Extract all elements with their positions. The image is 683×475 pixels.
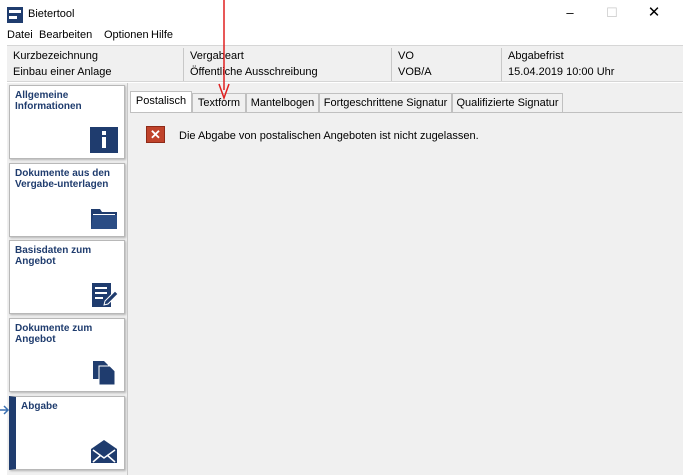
- menu-bar: Datei Bearbeiten Optionen Hilfe: [0, 28, 683, 44]
- documents-icon: [93, 361, 116, 386]
- sidebar-item-label: Allgemeine Informationen: [15, 90, 82, 112]
- info-vo: VO VOB/A: [391, 48, 501, 81]
- info-label: VO: [398, 50, 414, 62]
- error-icon: ✕: [146, 126, 165, 143]
- info-icon: [90, 127, 118, 153]
- info-kurzbezeichnung: Kurzbezeichnung Einbau einer Anlage: [7, 48, 183, 81]
- sidebar-item-abgabe[interactable]: Abgabe: [9, 396, 125, 470]
- sidebar-item-label: Basisdaten zum Angebot: [15, 245, 92, 267]
- tab-postalisch[interactable]: Postalisch: [130, 91, 192, 113]
- sidebar-item-label: Abgabe: [21, 401, 58, 412]
- main-panel: Postalisch Textform Mantelbogen Fortgesc…: [127, 83, 683, 475]
- info-value: 15.04.2019 10:00 Uhr: [508, 66, 615, 78]
- edit-form-icon: [92, 283, 118, 307]
- sidebar: Allgemeine Informationen Dokumente aus d…: [7, 83, 127, 475]
- sidebar-item-dokumente-vergabeunterlagen[interactable]: Dokumente aus den Vergabe-unterlagen: [9, 163, 125, 237]
- sidebar-item-allgemeine-informationen[interactable]: Allgemeine Informationen: [9, 85, 125, 159]
- info-abgabefrist: Abgabefrist 15.04.2019 10:00 Uhr: [501, 48, 683, 81]
- menu-datei[interactable]: Datei: [7, 29, 33, 41]
- tender-info-bar: Kurzbezeichnung Einbau einer Anlage Verg…: [7, 45, 683, 82]
- menu-hilfe[interactable]: Hilfe: [151, 29, 173, 41]
- app-logo-icon: [7, 7, 23, 23]
- minimize-button[interactable]: –: [555, 4, 585, 22]
- info-value: VOB/A: [398, 66, 432, 78]
- error-message: Die Abgabe von postalischen Angeboten is…: [179, 130, 479, 142]
- tab-mantelbogen[interactable]: Mantelbogen: [246, 93, 319, 113]
- annotation-arrow-icon: [218, 0, 230, 100]
- envelope-icon: [91, 440, 117, 463]
- tab-qualifizierte-signatur[interactable]: Qualifizierte Signatur: [452, 93, 563, 113]
- info-label: Kurzbezeichnung: [13, 50, 99, 62]
- pointer-arrow-icon: [0, 405, 10, 415]
- sidebar-item-basisdaten[interactable]: Basisdaten zum Angebot: [9, 240, 125, 314]
- title-bar: Bietertool – ☐ ✕: [0, 0, 683, 30]
- menu-optionen[interactable]: Optionen: [104, 29, 149, 41]
- info-label: Abgabefrist: [508, 50, 564, 62]
- sidebar-item-label: Dokumente zum Angebot: [15, 323, 93, 345]
- sidebar-item-dokumente-angebot[interactable]: Dokumente zum Angebot: [9, 318, 125, 392]
- tab-panel-postalisch: ✕ Die Abgabe von postalischen Angeboten …: [130, 112, 682, 472]
- maximize-button[interactable]: ☐: [597, 4, 627, 22]
- folder-icon: [91, 209, 117, 229]
- menu-bearbeiten[interactable]: Bearbeiten: [39, 29, 92, 41]
- close-button[interactable]: ✕: [639, 4, 669, 22]
- info-value: Öffentliche Ausschreibung: [190, 66, 318, 78]
- sidebar-item-label: Dokumente aus den Vergabe-unterlagen: [15, 168, 111, 190]
- info-value: Einbau einer Anlage: [13, 66, 112, 78]
- info-vergabeart: Vergabeart Öffentliche Ausschreibung: [183, 48, 391, 81]
- window-title: Bietertool: [28, 8, 75, 20]
- tab-fortgeschrittene-signatur[interactable]: Fortgeschrittene Signatur: [319, 93, 452, 113]
